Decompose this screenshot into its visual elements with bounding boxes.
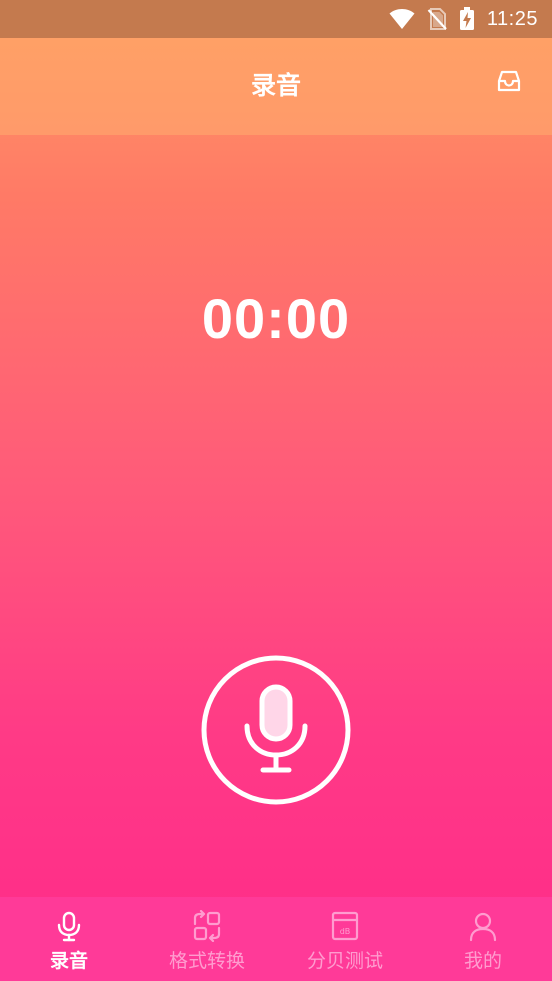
svg-text:dB: dB [340,927,351,936]
battery-charging-icon [459,7,474,30]
microphone-icon [244,684,308,773]
status-time: 11:25 [486,7,538,30]
microphone-icon [57,911,81,942]
app-header: 录音 [0,38,552,135]
recording-timer: 00:00 [201,287,351,350]
decibel-meter-icon: dB [331,911,359,941]
bottom-tab-bar: 录音 格式转换 dB 分贝测试 我的 [0,897,552,981]
convert-icon [193,910,221,942]
tab-decibel-test[interactable]: dB 分贝测试 [276,897,414,981]
inbox-icon[interactable] [496,68,522,94]
status-bar: 11:25 [0,0,552,38]
no-sim-icon [427,8,447,30]
profile-icon [469,912,497,942]
tab-label: 分贝测试 [306,950,383,972]
tab-profile[interactable]: 我的 [414,897,552,981]
tab-record[interactable]: 录音 [0,897,138,981]
tab-label: 格式转换 [168,950,245,972]
record-button[interactable] [200,654,352,806]
status-icons: 11:25 [389,0,538,38]
tab-format-convert[interactable]: 格式转换 [138,897,276,981]
tab-label: 我的 [463,950,502,972]
page-title: 录音 [250,71,301,100]
tab-label: 录音 [49,950,88,972]
wifi-icon [389,9,415,29]
